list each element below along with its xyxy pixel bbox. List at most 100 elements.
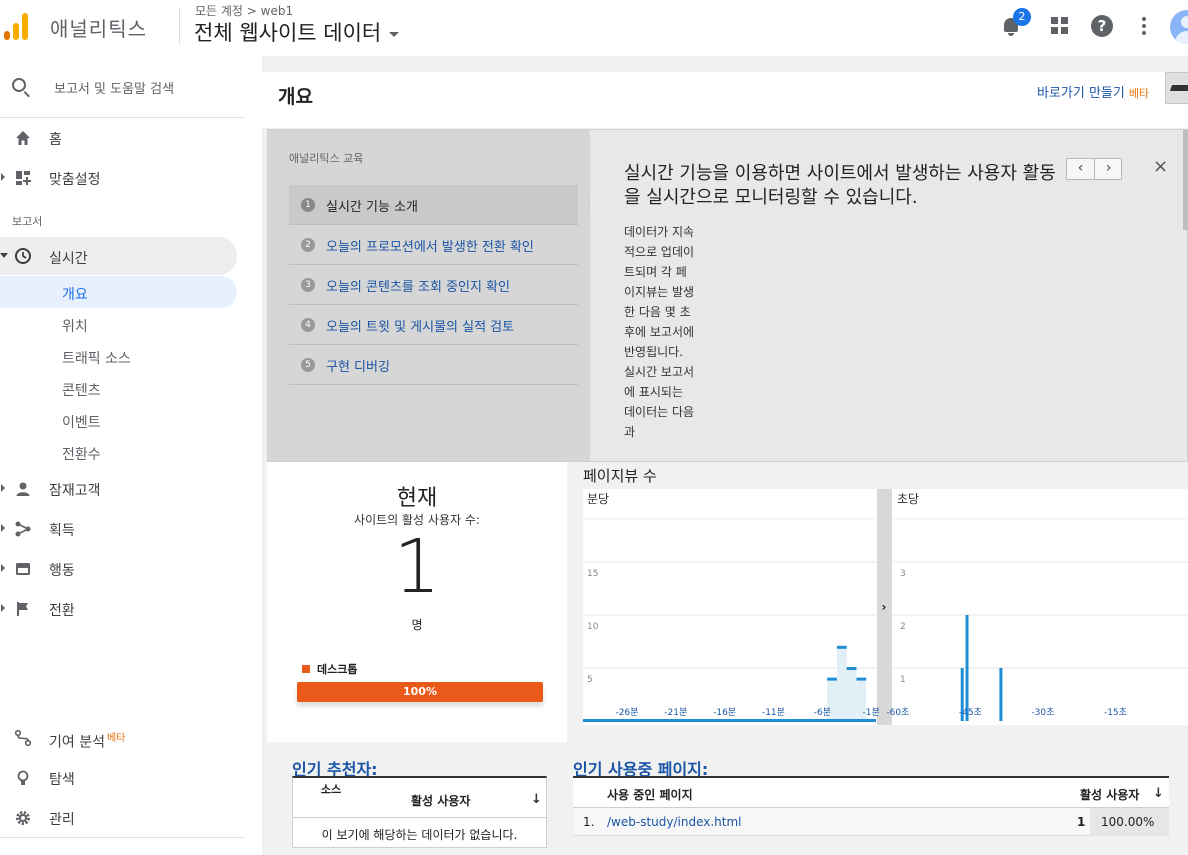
active-users-count: 1 bbox=[393, 524, 441, 610]
x-tick-label: -30초 bbox=[1031, 707, 1054, 718]
step-number: 5 bbox=[301, 358, 315, 372]
sidebar-item-custom[interactable]: 맞춤설정 bbox=[0, 159, 245, 195]
page-title: 개요 bbox=[278, 86, 313, 108]
bar bbox=[836, 645, 847, 649]
sidebar-subitem-content[interactable]: 콘텐츠 bbox=[0, 372, 237, 404]
sort-down-icon[interactable]: ↓ bbox=[531, 792, 542, 807]
expand-arrow-icon bbox=[1, 604, 5, 612]
expand-arrow-icon bbox=[1, 564, 5, 572]
y-tick-label: 5 bbox=[587, 675, 593, 685]
sidebar-subitem-location[interactable]: 위치 bbox=[0, 308, 237, 340]
dashboard-icon bbox=[14, 169, 32, 187]
property-name: 전체 웹사이트 데이터 bbox=[194, 21, 382, 45]
bar-shadow bbox=[846, 668, 857, 721]
expand-chevron-icon: › bbox=[882, 600, 887, 614]
pageviews-chart-panel: › 분당 초당 5 10 15 -26분 -21분 -16분 -11분 -6분 -1분 1 2 3 -60초 -… bbox=[583, 489, 1188, 725]
y-tick-label: 10 bbox=[587, 622, 599, 632]
empty-message: 이 보기에 해당하는 데이터가 없습니다. bbox=[321, 828, 518, 842]
sidebar-item-behavior[interactable]: 행동 bbox=[0, 550, 245, 586]
education-panel: 애널리틱스 교육 1 실시간 기능 소개 2 오늘의 프로모션에서 발생한 전환 확… bbox=[267, 129, 1188, 462]
col-active-users[interactable]: 활성 사용자 bbox=[1080, 786, 1139, 803]
page-link[interactable]: /web-study/index.html bbox=[607, 815, 742, 829]
y-tick-label: 2 bbox=[900, 622, 906, 632]
sidebar-subitem-conversions[interactable]: 전환수 bbox=[0, 436, 237, 468]
sidebar-subitem-traffic-sources[interactable]: 트래픽 소스 bbox=[0, 340, 237, 372]
sidebar-item-conversions[interactable]: 전환 bbox=[0, 590, 245, 626]
education-step[interactable]: 1 실시간 기능 소개 bbox=[289, 185, 578, 225]
sidebar-item-admin[interactable]: 관리 bbox=[0, 799, 245, 835]
help-icon[interactable]: ? bbox=[1091, 15, 1113, 37]
y-tick-label: 3 bbox=[900, 569, 906, 579]
prev-button[interactable]: ‹ bbox=[1067, 160, 1094, 176]
sidebar-item-label: 탐색 bbox=[49, 772, 75, 788]
sidebar-item-label: 홈 bbox=[49, 132, 62, 148]
create-shortcut-link[interactable]: 바로가기 만들기 베타 bbox=[1037, 82, 1149, 101]
x-tick-label: -6분 bbox=[814, 707, 831, 718]
x-tick-label: -26분 bbox=[615, 707, 638, 718]
bar bbox=[999, 668, 1003, 721]
col-source[interactable]: 소스 bbox=[311, 784, 351, 796]
expand-arrow-icon bbox=[1, 524, 5, 532]
section-label-reports: 보고서 bbox=[12, 215, 43, 228]
sidebar-item-label: 맞춤설정 bbox=[49, 172, 101, 188]
step-number: 2 bbox=[301, 238, 315, 252]
active-users-unit: 명 bbox=[411, 618, 423, 632]
sidebar-subitem-label: 위치 bbox=[62, 319, 88, 335]
sidebar-subitem-overview[interactable]: 개요 bbox=[0, 276, 237, 308]
active-users-panel: 현재 사이트의 활성 사용자 수: 1 명 데스크톱 100% bbox=[267, 462, 567, 742]
sidebar-subitem-events[interactable]: 이벤트 bbox=[0, 404, 237, 436]
sidebar-item-attribution[interactable]: 기여 분석 베타 bbox=[0, 719, 245, 755]
sidebar-search[interactable]: 보고서 및 도움말 검색 bbox=[0, 56, 245, 118]
now-title: 현재 bbox=[396, 486, 438, 511]
col-active-users[interactable]: 활성 사용자 bbox=[411, 792, 470, 809]
baseline bbox=[583, 719, 876, 722]
property-selector[interactable]: 전체 웹사이트 데이터 bbox=[194, 17, 400, 47]
acquisition-icon bbox=[14, 520, 32, 538]
shortcut-label: 바로가기 만들기 bbox=[1037, 86, 1125, 101]
education-heading: 실시간 기능을 이용하면 사이트에서 발생하는 사용자 활동을 실시간으로 모니… bbox=[624, 163, 1056, 208]
app-name[interactable]: 애널리틱스 bbox=[50, 13, 147, 42]
bar bbox=[965, 615, 969, 721]
lightbulb-icon bbox=[14, 769, 32, 787]
x-tick-label: -15초 bbox=[1104, 707, 1127, 718]
bar bbox=[856, 677, 867, 681]
sidebar-subitem-label: 개요 bbox=[62, 287, 88, 303]
sidebar-item-label: 획득 bbox=[49, 523, 75, 539]
flag-icon bbox=[14, 600, 32, 618]
sidebar-subitem-label: 이벤트 bbox=[62, 415, 101, 431]
device-share-bar: 100% bbox=[297, 682, 543, 702]
education-title: 애널리틱스 교육 bbox=[289, 152, 364, 165]
x-tick-label: -1분 bbox=[862, 707, 879, 718]
sidebar-item-home[interactable]: 홈 bbox=[0, 119, 245, 155]
y-tick-label: 15 bbox=[587, 569, 598, 579]
close-icon[interactable]: × bbox=[1153, 156, 1168, 177]
next-button[interactable]: › bbox=[1095, 160, 1122, 176]
sidebar-item-realtime[interactable]: 실시간 bbox=[0, 237, 237, 275]
sidebar-item-discover[interactable]: 탐색 bbox=[0, 759, 245, 795]
bar-shadow bbox=[836, 646, 847, 721]
sidebar-item-acquisition[interactable]: 획득 bbox=[0, 510, 245, 546]
education-content: 실시간 기능을 이용하면 사이트에서 발생하는 사용자 활동을 실시간으로 모니… bbox=[590, 130, 1187, 461]
sidebar-subitem-label: 트래픽 소스 bbox=[62, 351, 131, 367]
education-step[interactable]: 2 오늘의 프로모션에서 발생한 전환 확인 bbox=[289, 225, 578, 265]
sidebar-item-label: 관리 bbox=[49, 812, 75, 828]
step-label: 오늘의 트윗 및 게시물의 실적 검토 bbox=[326, 320, 515, 335]
education-step[interactable]: 3 오늘의 콘텐츠를 조회 중인지 확인 bbox=[289, 265, 578, 305]
analytics-logo-icon[interactable] bbox=[4, 12, 32, 40]
person-icon bbox=[14, 480, 32, 498]
step-label: 오늘의 콘텐츠를 조회 중인지 확인 bbox=[326, 280, 510, 295]
education-step[interactable]: 5 구현 디버깅 bbox=[289, 345, 578, 385]
sidebar-item-audience[interactable]: 잠재고객 bbox=[0, 470, 245, 506]
more-vert-icon[interactable] bbox=[1133, 14, 1157, 38]
avatar[interactable] bbox=[1170, 10, 1188, 44]
education-step[interactable]: 4 오늘의 트윗 및 게시물의 실적 검토 bbox=[289, 305, 578, 345]
sidebar-item-label: 기여 분석 bbox=[49, 734, 105, 751]
scrollbar[interactable] bbox=[1183, 130, 1188, 230]
main-content: 개요 바로가기 만들기 베타 애널리틱스 교육 1 실시간 기능 소개 2 오늘의 프… bbox=[262, 56, 1188, 855]
y-tick-label: 1 bbox=[900, 675, 906, 685]
sort-down-icon[interactable]: ↓ bbox=[1153, 786, 1164, 801]
apps-grid-icon[interactable] bbox=[1049, 14, 1073, 38]
education-cap-icon[interactable] bbox=[1165, 72, 1188, 104]
step-number: 4 bbox=[301, 318, 315, 332]
col-page[interactable]: 사용 중인 페이지 bbox=[607, 786, 693, 803]
